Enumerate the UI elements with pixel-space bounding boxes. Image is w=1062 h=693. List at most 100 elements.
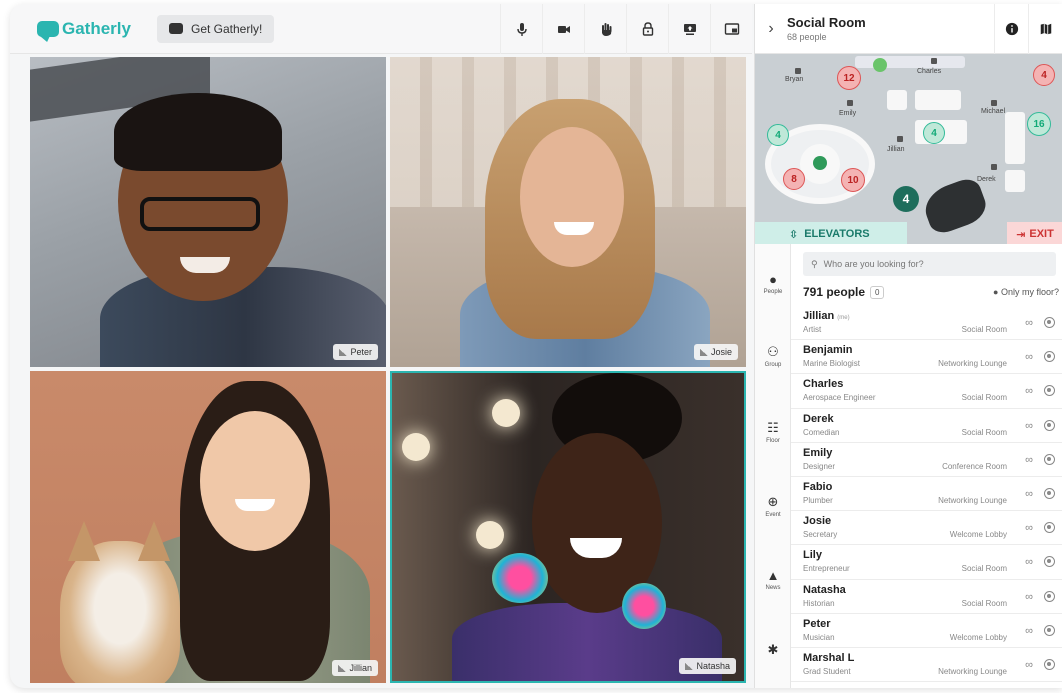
nav-floor[interactable]: ☷ Floor <box>755 420 791 444</box>
nav-label: Event <box>765 512 781 518</box>
bell-icon: ▲ <box>766 568 780 583</box>
link-icon[interactable]: ∞ <box>1025 351 1033 363</box>
people-list-item[interactable]: Lily Entrepreneur Social Room ∞ <box>791 545 1062 580</box>
people-list-item[interactable]: Natasha Historian Social Room ∞ <box>791 580 1062 614</box>
elevators-zone[interactable]: ⇳ ELEVATORS <box>755 222 907 244</box>
link-icon[interactable]: ∞ <box>1025 385 1033 397</box>
person-role: Aerospace Engineer <box>803 393 876 403</box>
person-name: Natasha <box>803 584 846 596</box>
media-controls <box>500 4 752 54</box>
group-bubble[interactable]: 16 <box>1027 112 1051 136</box>
video-name-tag: Josie <box>693 344 738 360</box>
user-marker[interactable] <box>991 100 997 106</box>
group-bubble[interactable]: 4 <box>767 124 789 146</box>
link-icon[interactable]: ∞ <box>1025 420 1033 432</box>
person-name: Peter <box>803 618 831 630</box>
piano-icon <box>919 175 991 237</box>
people-list-item[interactable]: Josie Secretary Welcome Lobby ∞ <box>791 511 1062 546</box>
nav-settings[interactable]: ✱ <box>755 642 791 660</box>
nav-event[interactable]: ⊕ Event <box>755 494 791 518</box>
people-list-item[interactable]: Benjamin Marine Biologist Networking Lou… <box>791 340 1062 375</box>
raise-hand-button[interactable] <box>584 4 626 54</box>
nav-group[interactable]: ⚇ Group <box>755 344 791 368</box>
group-bubble[interactable]: 10 <box>841 168 865 192</box>
chat-bubble-logo-icon <box>37 20 59 37</box>
link-icon[interactable]: ∞ <box>1025 488 1033 500</box>
people-list-item[interactable]: Jillian (me) Artist Social Room ∞ <box>791 306 1062 341</box>
person-location: Welcome Lobby <box>949 530 1007 540</box>
elevators-label: ELEVATORS <box>804 228 870 240</box>
only-my-floor-toggle[interactable]: ● Only my floor? <box>993 287 1059 297</box>
people-list-item[interactable]: Fabio Plumber Networking Lounge ∞ <box>791 477 1062 512</box>
link-icon[interactable]: ∞ <box>1025 522 1033 534</box>
user-marker[interactable] <box>795 68 801 74</box>
video-tile-jillian[interactable]: Jillian <box>30 371 386 683</box>
person-location: Social Room <box>961 325 1007 334</box>
group-bubble[interactable]: 12 <box>837 66 861 90</box>
link-icon[interactable]: ∞ <box>1025 454 1033 466</box>
user-marker[interactable] <box>991 164 997 170</box>
locate-target-icon[interactable] <box>1044 590 1055 602</box>
locate-target-icon[interactable] <box>1044 385 1055 397</box>
people-list-item[interactable]: Marshal L Grad Student Networking Lounge… <box>791 648 1062 683</box>
dog-ear-left <box>68 521 100 561</box>
user-marker[interactable] <box>897 136 903 142</box>
locate-target-icon[interactable] <box>1044 522 1055 534</box>
group-bubble[interactable]: 8 <box>783 168 805 190</box>
video-name-tag: Peter <box>333 344 378 360</box>
video-tile-peter[interactable]: Peter <box>30 57 386 367</box>
person-name: Fabio <box>803 481 832 493</box>
nav-news[interactable]: ▲ News <box>755 568 791 591</box>
gatherly-logo[interactable]: Gatherly <box>37 19 131 39</box>
person-name: Benjamin <box>803 344 853 356</box>
video-tile-natasha-active-speaker[interactable]: Natasha <box>390 371 746 683</box>
locate-target-icon[interactable] <box>1044 419 1055 431</box>
locate-target-icon[interactable] <box>1044 624 1055 636</box>
locate-target-icon[interactable] <box>1044 317 1055 328</box>
link-icon[interactable]: ∞ <box>1025 659 1033 671</box>
link-icon[interactable]: ∞ <box>1025 625 1033 637</box>
video-tile-josie[interactable]: Josie <box>390 57 746 367</box>
floor-map[interactable]: Bryan Charles Emily Michael Jillian Dere… <box>755 54 1062 244</box>
earring-left <box>492 553 548 603</box>
people-count-badge: 0 <box>870 285 885 299</box>
user-marker[interactable] <box>847 100 853 106</box>
microphone-button[interactable] <box>500 4 542 54</box>
nav-people[interactable]: ● People <box>755 272 791 295</box>
people-search-input[interactable]: ⚲ Who are you looking for? <box>803 252 1056 276</box>
people-list-item[interactable]: Emily Designer Conference Room ∞ <box>791 443 1062 477</box>
camera-button[interactable] <box>542 4 584 54</box>
link-icon[interactable]: ∞ <box>1025 556 1033 568</box>
exit-button[interactable]: ⇥ EXIT <box>1007 222 1062 244</box>
locate-target-icon[interactable] <box>1044 453 1055 465</box>
room-info-button[interactable] <box>994 4 1028 54</box>
link-icon[interactable]: ∞ <box>1025 317 1033 329</box>
collapse-panel-chevron-icon[interactable]: › <box>755 20 787 38</box>
locate-target-icon[interactable] <box>1044 658 1055 670</box>
lock-button[interactable] <box>626 4 668 54</box>
group-bubble[interactable]: 4 <box>1033 64 1055 86</box>
locate-target-icon[interactable] <box>1044 351 1055 363</box>
user-marker[interactable] <box>931 58 937 64</box>
locate-target-icon[interactable] <box>1044 487 1055 499</box>
signal-icon <box>685 662 694 670</box>
link-icon[interactable]: ∞ <box>1025 591 1033 603</box>
map-button[interactable] <box>1028 4 1062 54</box>
group-bubble[interactable]: 4 <box>893 186 919 212</box>
earring-right <box>622 583 666 629</box>
map-user-label: Charles <box>917 68 942 75</box>
people-list-item[interactable]: Peter Musician Welcome Lobby ∞ <box>791 614 1062 648</box>
people-list-item[interactable]: Charles Aerospace Engineer Social Room ∞ <box>791 374 1062 409</box>
mirror-light <box>492 399 520 427</box>
group-bubble[interactable]: 4 <box>923 122 945 144</box>
person-role: Artist <box>803 325 822 334</box>
get-gatherly-button[interactable]: Get Gatherly! <box>156 14 275 43</box>
picture-in-picture-button[interactable] <box>710 4 752 54</box>
josie-head <box>520 127 624 267</box>
locate-target-icon[interactable] <box>1044 556 1055 568</box>
screen-share-button[interactable] <box>668 4 710 54</box>
plant-icon <box>873 58 887 72</box>
search-icon: ⚲ <box>811 258 818 269</box>
people-list-item[interactable]: Derek Comedian Social Room ∞ <box>791 409 1062 443</box>
mirror-light <box>476 521 504 549</box>
